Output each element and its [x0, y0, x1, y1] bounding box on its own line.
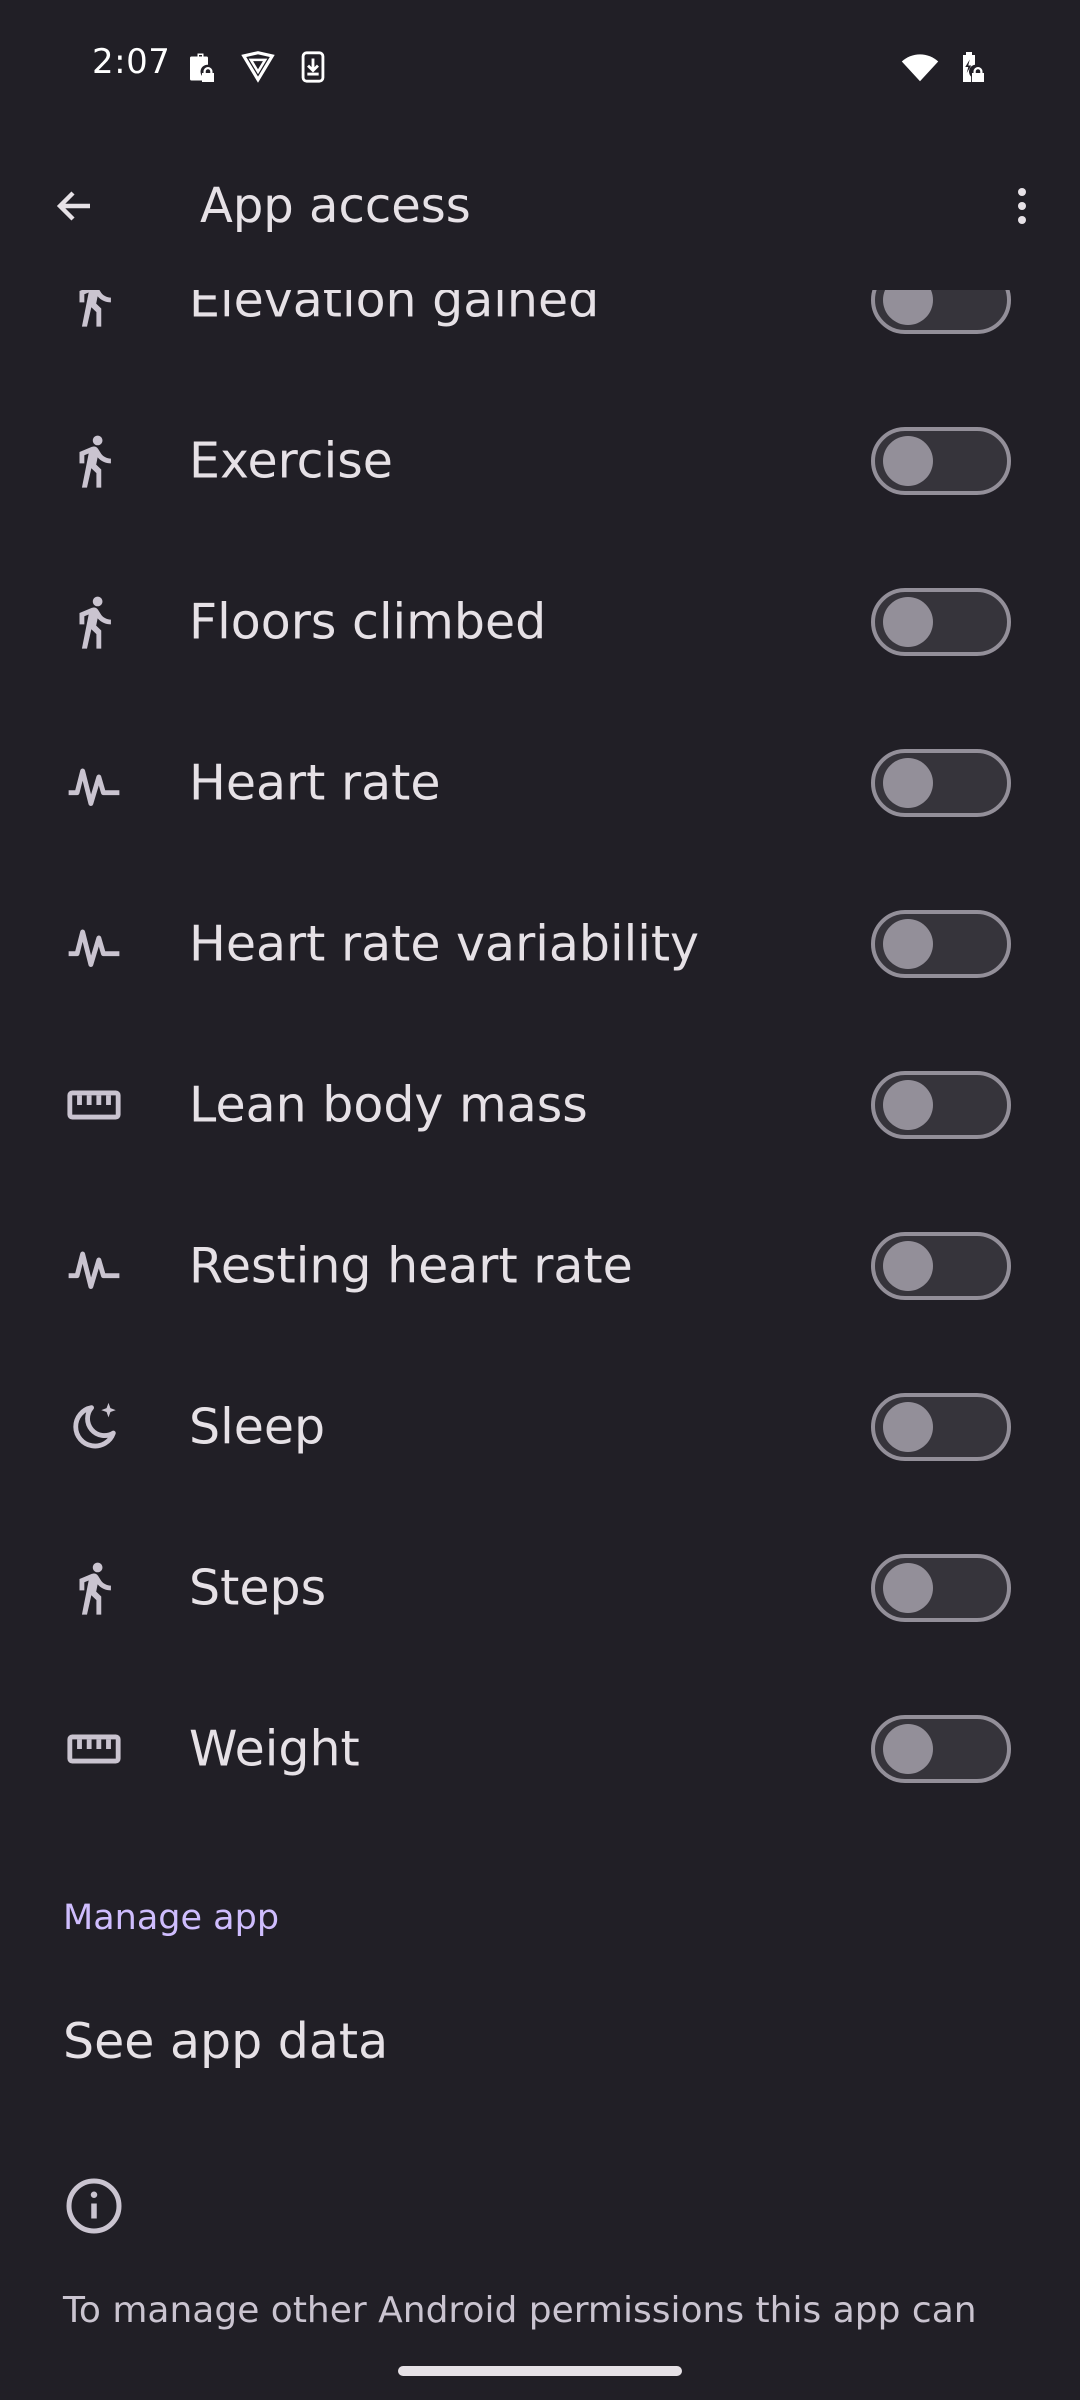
info-icon [64, 2176, 124, 2236]
work-profile-icon [184, 48, 220, 86]
screen: 2:07 Elevation gained Exercise Floors cl… [0, 0, 1080, 2400]
toggle-thumb [883, 758, 933, 808]
battery-charging-icon [954, 48, 990, 86]
monitor-heart-icon [62, 751, 126, 815]
app-bar: App access [0, 120, 1080, 290]
toggle-thumb [883, 1241, 933, 1291]
toggle-thumb [883, 919, 933, 969]
permission-label: Lean body mass [189, 1076, 588, 1134]
more-options-button[interactable] [990, 172, 1054, 240]
permission-toggle[interactable] [871, 588, 1011, 656]
permission-row[interactable]: Steps [0, 1508, 1080, 1668]
footer-permissions-text: To manage other Android permissions this… [63, 2290, 977, 2331]
permission-label: Exercise [189, 432, 393, 490]
permission-row[interactable]: Resting heart rate [0, 1186, 1080, 1346]
permission-row[interactable]: Sleep [0, 1347, 1080, 1507]
permission-row[interactable]: Lean body mass [0, 1025, 1080, 1185]
permission-row[interactable]: Heart rate [0, 703, 1080, 863]
wifi-icon [898, 48, 942, 86]
permission-toggle[interactable] [871, 1393, 1011, 1461]
straighten-ruler-icon [62, 1073, 126, 1137]
permission-label: Resting heart rate [189, 1237, 633, 1295]
permission-toggle[interactable] [871, 1232, 1011, 1300]
permission-toggle[interactable] [871, 1071, 1011, 1139]
download-icon [296, 48, 330, 86]
toggle-thumb [883, 436, 933, 486]
permission-label: Heart rate variability [189, 915, 700, 973]
see-app-data-link[interactable]: See app data [63, 2013, 388, 2070]
permission-toggle[interactable] [871, 1554, 1011, 1622]
permission-row[interactable]: Weight [0, 1669, 1080, 1829]
permission-row[interactable]: Floors climbed [0, 542, 1080, 702]
permission-label: Sleep [189, 1398, 326, 1456]
toggle-thumb [883, 597, 933, 647]
monitor-heart-icon [62, 912, 126, 976]
toggle-thumb [883, 1080, 933, 1130]
status-bar: 2:07 [0, 0, 1080, 120]
monitor-heart-icon [62, 1234, 126, 1298]
manage-app-section-header: Manage app [63, 1898, 280, 1938]
toggle-thumb [883, 1563, 933, 1613]
permission-toggle[interactable] [871, 427, 1011, 495]
permission-label: Floors climbed [189, 593, 547, 651]
toggle-thumb [883, 1724, 933, 1774]
permission-toggle[interactable] [871, 910, 1011, 978]
home-indicator[interactable] [398, 2366, 682, 2376]
bedtime-icon [62, 1395, 126, 1459]
status-time: 2:07 [92, 42, 171, 82]
directions-run-icon [62, 429, 126, 493]
permission-label: Weight [189, 1720, 360, 1778]
permission-toggle[interactable] [871, 1715, 1011, 1783]
straighten-ruler-icon [62, 1717, 126, 1781]
vpn-shield-icon [238, 48, 278, 86]
more-vert-icon [1018, 188, 1026, 224]
permission-toggle[interactable] [871, 749, 1011, 817]
permission-label: Steps [189, 1559, 327, 1617]
directions-run-icon [62, 590, 126, 654]
permission-row[interactable]: Heart rate variability [0, 864, 1080, 1024]
toggle-thumb [883, 1402, 933, 1452]
permission-row[interactable]: Exercise [0, 381, 1080, 541]
back-button[interactable] [40, 172, 108, 240]
permission-label: Heart rate [189, 754, 441, 812]
page-title: App access [200, 178, 471, 234]
arrow-back-icon [56, 191, 90, 221]
directions-run-icon [62, 1556, 126, 1620]
